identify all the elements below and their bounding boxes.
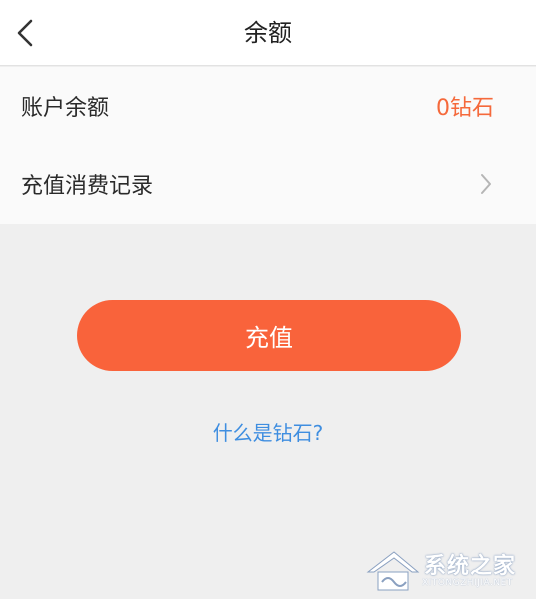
balance-row: 账户余额 0钻石 [0,67,536,145]
records-row[interactable]: 充值消费记录 [0,145,536,223]
chevron-right-icon [480,172,494,196]
records-label: 充值消费记录 [21,174,154,199]
what-is-diamond-link[interactable]: 什么是钻石? [0,417,536,446]
page-title: 余额 [244,19,292,47]
balance-label: 账户余额 [21,96,110,121]
navigation-bar: 余额 [0,0,536,66]
chevron-left-icon [17,19,33,47]
watermark-subtext: XITONGZHIJIA.NET [422,578,513,588]
balance-screen: 余额 账户余额 0钻石 充值消费记录 充值 什么是钻石? 系统之家 XITONG… [0,0,536,599]
watermark: 系统之家 XITONGZHIJIA.NET [360,546,530,596]
account-list: 账户余额 0钻石 充值消费记录 [0,67,536,224]
recharge-button[interactable]: 充值 [77,300,461,371]
watermark-text: 系统之家 [424,554,517,579]
house-logo-icon [366,551,420,591]
back-button[interactable] [0,0,50,66]
balance-value: 0钻石 [436,96,494,121]
